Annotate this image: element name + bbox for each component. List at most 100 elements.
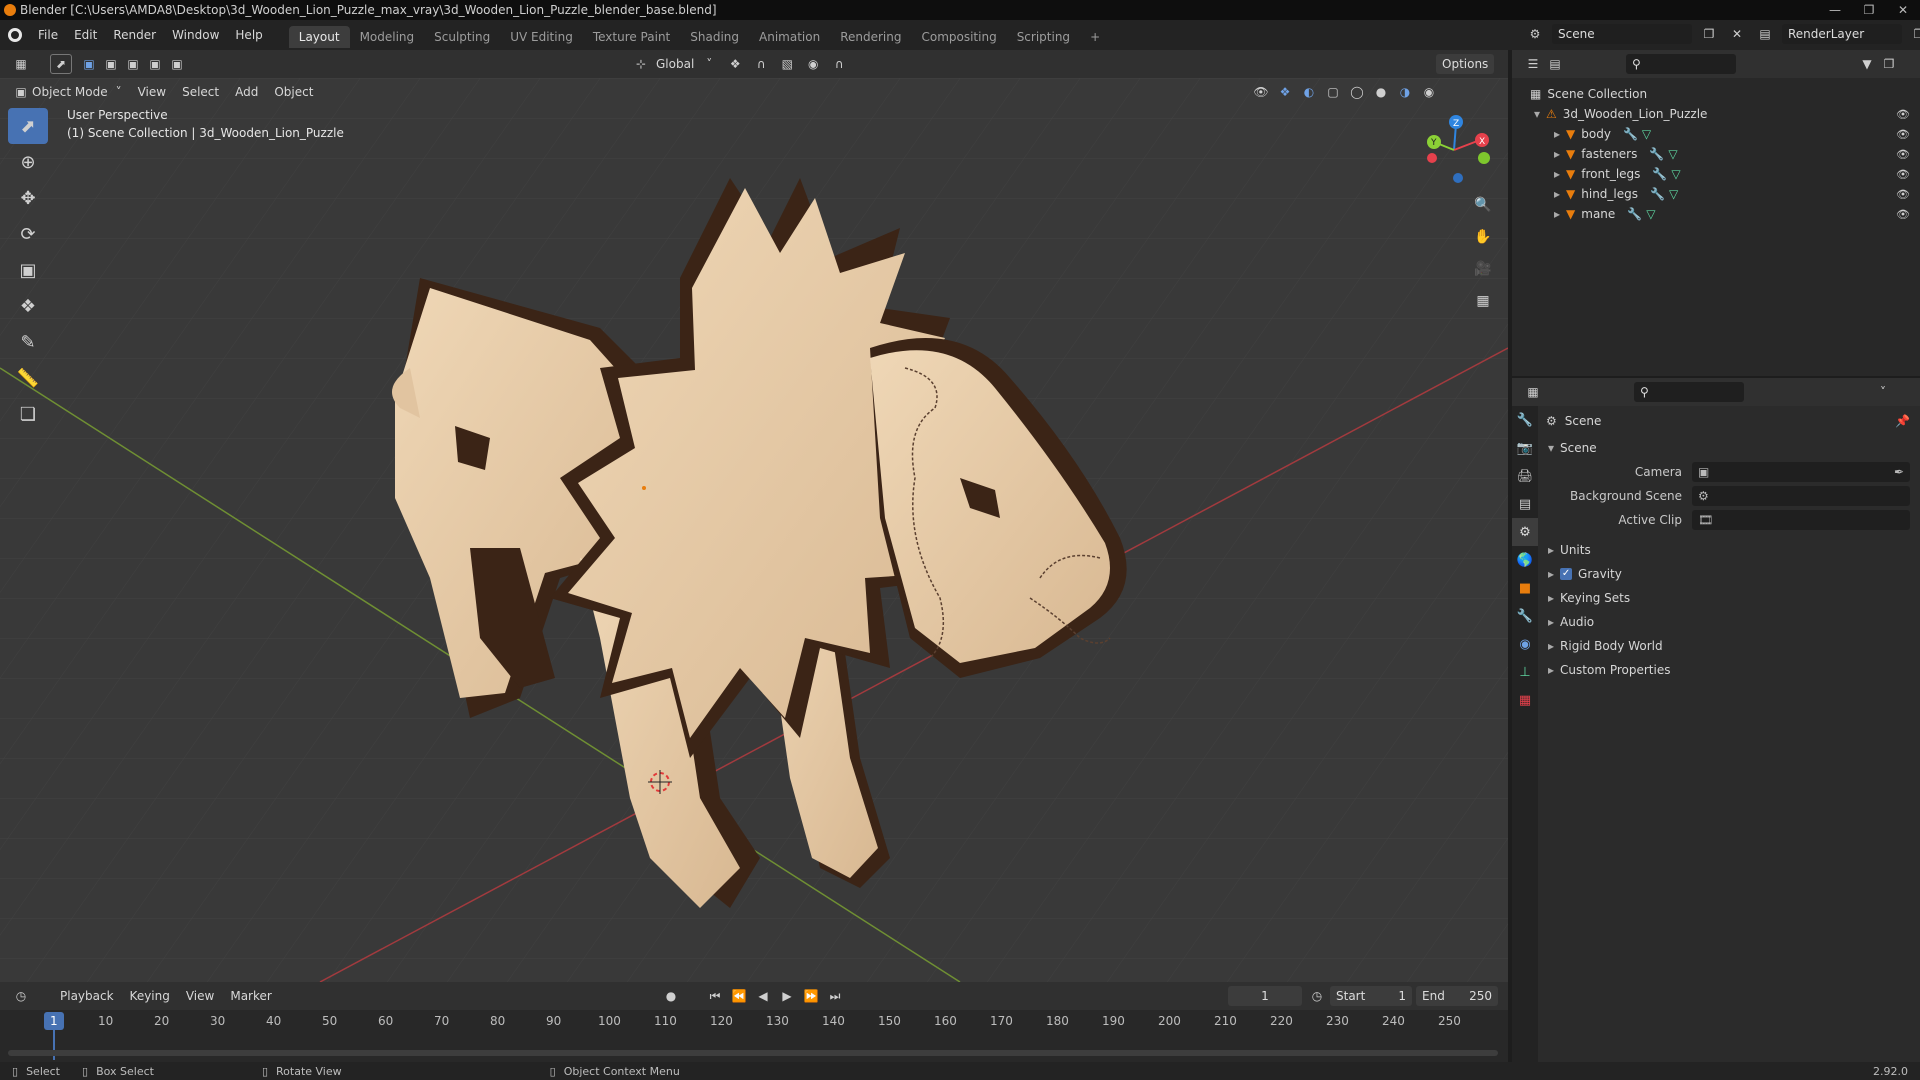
menu-window[interactable]: Window: [164, 20, 227, 50]
modifier-icon[interactable]: 🔧: [1650, 187, 1665, 201]
select-mode-extend-icon[interactable]: ▣: [100, 54, 122, 74]
menu-file[interactable]: File: [30, 20, 66, 50]
measure-tool-icon[interactable]: 📏: [8, 360, 48, 396]
zoom-icon[interactable]: 🔍: [1470, 192, 1496, 218]
gravity-checkbox[interactable]: ✓: [1560, 568, 1573, 580]
scene-panel-header[interactable]: ▾ Scene: [1542, 436, 1920, 460]
mesh-data-icon[interactable]: ▽: [1668, 147, 1677, 161]
modifier-icon[interactable]: 🔧: [1627, 207, 1642, 221]
jump-start-icon[interactable]: ⏮: [704, 986, 726, 1006]
viewport-menu-add[interactable]: Add: [227, 77, 266, 107]
tab-uv-editing[interactable]: UV Editing: [500, 26, 583, 48]
editor-type-icon[interactable]: ▦: [10, 54, 32, 74]
physics-tab-icon[interactable]: ◉: [1512, 630, 1538, 658]
timeline-editor-icon[interactable]: ◷: [10, 986, 32, 1006]
tab-layout[interactable]: Layout: [288, 26, 350, 48]
pan-hand-icon[interactable]: ✋: [1470, 224, 1496, 250]
view-layer-icon[interactable]: ▤: [1754, 24, 1776, 44]
keying-sets-panel-header[interactable]: ▸ Keying Sets: [1542, 586, 1920, 610]
select-tool-icon[interactable]: ⬈: [50, 54, 72, 74]
texture-tab-icon[interactable]: ▦: [1512, 686, 1538, 714]
navigation-gizmo[interactable]: Z X Y: [1422, 110, 1502, 190]
properties-search-input[interactable]: ⚲: [1634, 382, 1744, 402]
shading-rendered-icon[interactable]: ◉: [1418, 82, 1440, 102]
pivot-point-icon[interactable]: ❖: [724, 54, 746, 74]
timeline-menu-marker[interactable]: Marker: [222, 981, 279, 1011]
eye-icon[interactable]: 👁: [1896, 188, 1910, 201]
eye-icon[interactable]: 👁: [1896, 208, 1910, 221]
outliner-item-mane[interactable]: ▸ ▼ mane 🔧 ▽ 👁: [1512, 204, 1920, 224]
perspective-grid-icon[interactable]: ▦: [1470, 288, 1496, 314]
timeline-menu-keying[interactable]: Keying: [122, 981, 178, 1011]
outliner-collection[interactable]: ▾ ⚠ 3d_Wooden_Lion_Puzzle 👁: [1512, 104, 1920, 124]
scene-selector[interactable]: Scene: [1552, 24, 1692, 44]
select-mode-invert-icon[interactable]: ▣: [144, 54, 166, 74]
render-tab-icon[interactable]: 📷: [1512, 434, 1538, 462]
play-icon[interactable]: ▶: [776, 986, 798, 1006]
snap-icon[interactable]: ∩: [750, 54, 772, 74]
cursor-tool-icon[interactable]: ⊕: [8, 144, 48, 180]
outliner-item-front-legs[interactable]: ▸ ▼ front_legs 🔧 ▽ 👁: [1512, 164, 1920, 184]
proportional-edit-icon[interactable]: ◉: [802, 54, 824, 74]
3d-viewport[interactable]: [0, 78, 1508, 982]
tab-compositing[interactable]: Compositing: [911, 26, 1006, 48]
output-tab-icon[interactable]: 🖨: [1512, 462, 1538, 490]
current-frame-field[interactable]: 1: [1228, 986, 1302, 1006]
expand-arrow-icon[interactable]: ▸: [1554, 187, 1560, 201]
viewport-menu-view[interactable]: View: [130, 77, 174, 107]
mode-dropdown[interactable]: Object Mode: [32, 85, 108, 99]
expand-arrow-icon[interactable]: ▸: [1554, 127, 1560, 141]
tab-shading[interactable]: Shading: [680, 26, 749, 48]
eye-icon[interactable]: 👁: [1896, 128, 1910, 141]
timeline-menu-view[interactable]: View: [178, 981, 222, 1011]
view-layer-tab-icon[interactable]: ▤: [1512, 490, 1538, 518]
rigid-body-world-panel-header[interactable]: ▸ Rigid Body World: [1542, 634, 1920, 658]
add-cube-tool-icon[interactable]: ❏: [8, 396, 48, 432]
new-scene-icon[interactable]: ❐: [1698, 24, 1720, 44]
select-mode-new-icon[interactable]: ▣: [78, 54, 100, 74]
move-tool-icon[interactable]: ✥: [8, 180, 48, 216]
tab-texture-paint[interactable]: Texture Paint: [583, 26, 680, 48]
tab-animation[interactable]: Animation: [749, 26, 830, 48]
transform-tool-icon[interactable]: ❖: [8, 288, 48, 324]
close-icon[interactable]: ✕: [1886, 0, 1920, 20]
eye-icon[interactable]: 👁: [1896, 168, 1910, 181]
gravity-panel-header[interactable]: ▸ ✓ Gravity: [1542, 562, 1920, 586]
options-dropdown[interactable]: Options: [1436, 54, 1495, 74]
xray-toggle-icon[interactable]: ▢: [1322, 82, 1344, 102]
properties-editor-icon[interactable]: ▦: [1522, 382, 1544, 402]
menu-help[interactable]: Help: [227, 20, 270, 50]
outliner-item-body[interactable]: ▸ ▼ body 🔧 ▽ 👁: [1512, 124, 1920, 144]
falloff-icon[interactable]: ∩: [828, 54, 850, 74]
viewport-menu-object[interactable]: Object: [266, 77, 321, 107]
annotate-tool-icon[interactable]: ✎: [8, 324, 48, 360]
timeline-menu-playback[interactable]: Playback: [52, 981, 122, 1011]
minimize-icon[interactable]: —: [1818, 0, 1852, 20]
modifier-icon[interactable]: 🔧: [1623, 127, 1638, 141]
mesh-data-icon[interactable]: ▽: [1646, 207, 1655, 221]
outliner-item-fasteners[interactable]: ▸ ▼ fasteners 🔧 ▽ 👁: [1512, 144, 1920, 164]
view-layer-selector[interactable]: RenderLayer: [1782, 24, 1902, 44]
outliner-search-input[interactable]: ⚲: [1626, 54, 1736, 74]
active-clip-field[interactable]: 🎞: [1692, 510, 1910, 530]
select-mode-intersect-icon[interactable]: ▣: [166, 54, 188, 74]
maximize-icon[interactable]: ❐: [1852, 0, 1886, 20]
add-workspace-button[interactable]: +: [1080, 26, 1110, 48]
shading-material-icon[interactable]: ◑: [1394, 82, 1416, 102]
scale-tool-icon[interactable]: ▣: [8, 252, 48, 288]
tab-rendering[interactable]: Rendering: [830, 26, 911, 48]
rotate-tool-icon[interactable]: ⟳: [8, 216, 48, 252]
units-panel-header[interactable]: ▸ Units: [1542, 538, 1920, 562]
tab-scripting[interactable]: Scripting: [1007, 26, 1080, 48]
expand-arrow-icon[interactable]: ▸: [1554, 207, 1560, 221]
select-mode-subtract-icon[interactable]: ▣: [122, 54, 144, 74]
camera-view-icon[interactable]: 🎥: [1470, 256, 1496, 282]
eyedropper-icon[interactable]: ✒: [1894, 465, 1904, 479]
frame-ruler[interactable]: 1 10 20 30 40 50 60 70 80 90 100 110 120…: [0, 1010, 1508, 1060]
constraints-tab-icon[interactable]: ⊥: [1512, 658, 1538, 686]
delete-scene-icon[interactable]: ✕: [1726, 24, 1748, 44]
shading-solid-icon[interactable]: ●: [1370, 82, 1392, 102]
tool-tab-icon[interactable]: 🔧: [1512, 406, 1538, 434]
mesh-data-icon[interactable]: ▽: [1671, 167, 1680, 181]
audio-panel-header[interactable]: ▸ Audio: [1542, 610, 1920, 634]
